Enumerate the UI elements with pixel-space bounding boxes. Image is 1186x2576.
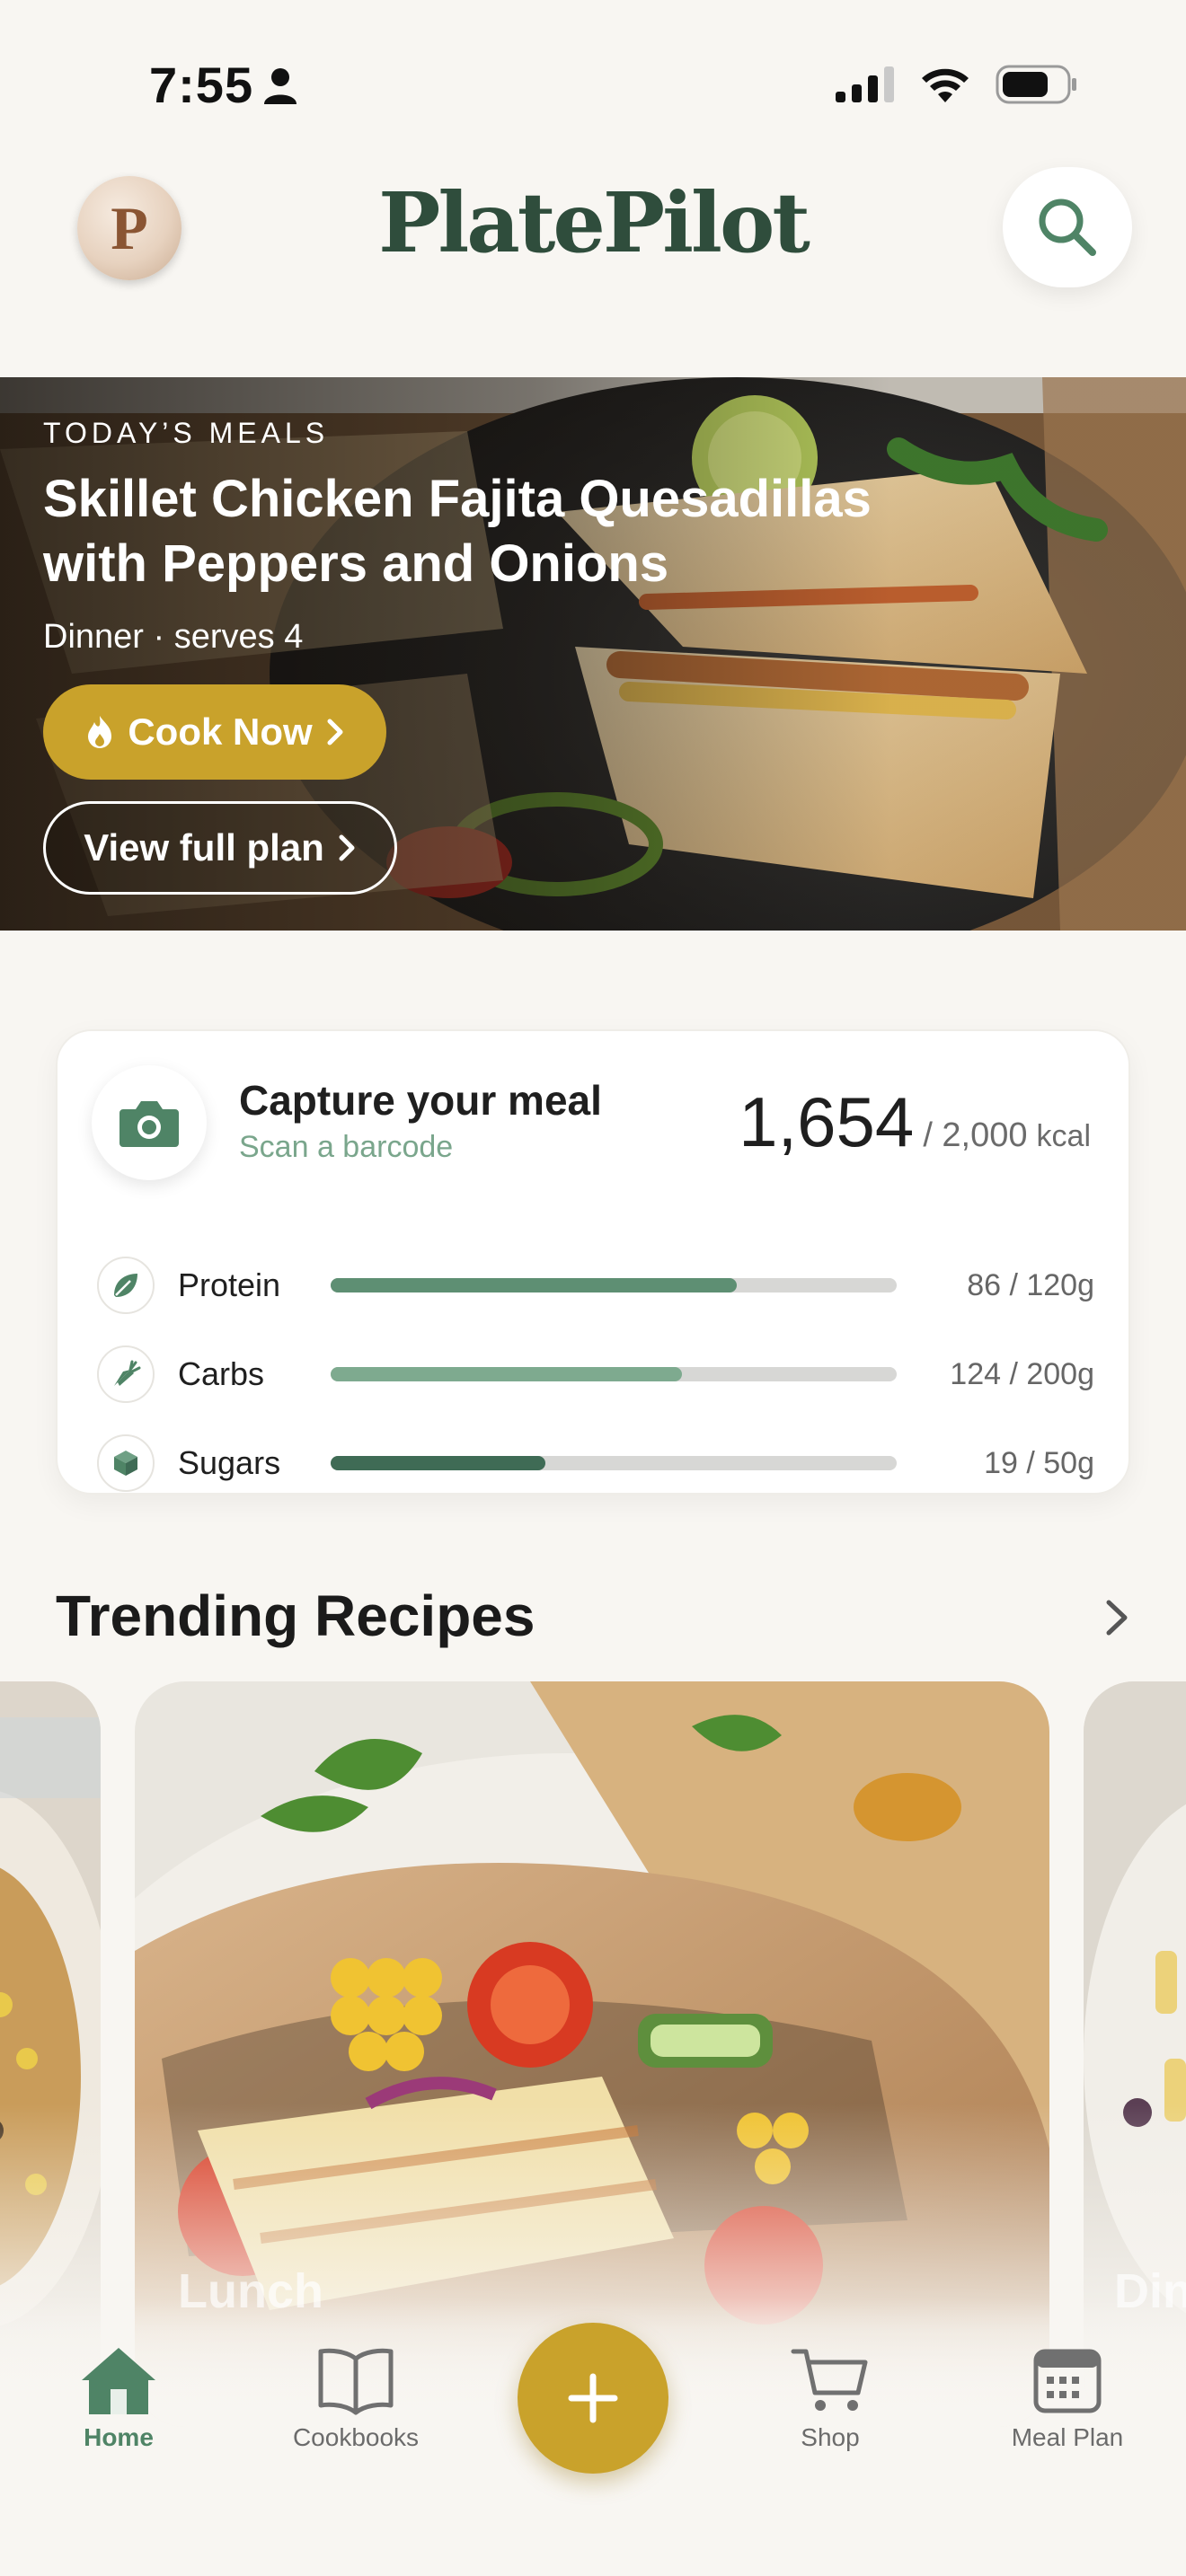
cook-now-button[interactable]: Cook Now bbox=[43, 684, 386, 780]
macro-row-carbs: Carbs 124 / 200g bbox=[97, 1343, 1094, 1406]
nav-shop[interactable]: Shop bbox=[740, 2344, 920, 2452]
nutrition-card: Capture your meal Scan a barcode 1,654 /… bbox=[56, 1029, 1130, 1495]
status-indicators bbox=[836, 65, 1078, 104]
scan-barcode-link[interactable]: Scan a barcode bbox=[239, 1130, 453, 1165]
calendar-icon bbox=[1033, 2349, 1102, 2413]
macro-value: 124 / 200g bbox=[950, 1356, 1094, 1391]
chevron-right-icon bbox=[339, 834, 355, 861]
calorie-summary: 1,654 / 2,000 kcal bbox=[739, 1081, 1091, 1163]
app-screen: 7:55 P PlatePilot TODAY’S MEALS Skillet … bbox=[0, 0, 1186, 2576]
view-full-plan-label: View full plan bbox=[84, 826, 324, 869]
macro-progress-track bbox=[331, 1278, 897, 1292]
camera-icon bbox=[119, 1101, 179, 1147]
macro-row-sugars: Sugars 19 / 50g bbox=[97, 1432, 1094, 1495]
signal-icon bbox=[836, 66, 894, 102]
nav-label: Meal Plan bbox=[1011, 2423, 1124, 2451]
macro-progress-fill bbox=[331, 1456, 546, 1470]
macro-progress-fill bbox=[331, 1367, 682, 1381]
app-header: P PlatePilot bbox=[0, 162, 1186, 296]
search-icon bbox=[1039, 198, 1096, 256]
macro-label: Carbs bbox=[178, 1355, 265, 1392]
nav-cookbooks[interactable]: Cookbooks bbox=[266, 2344, 446, 2452]
nav-label: Home bbox=[84, 2423, 154, 2451]
battery-icon bbox=[996, 65, 1076, 104]
trending-recipes-title: Trending Recipes bbox=[56, 1584, 535, 1648]
view-full-plan-button[interactable]: View full plan bbox=[43, 801, 397, 895]
nav-home[interactable]: Home bbox=[29, 2344, 208, 2452]
leaf-icon bbox=[97, 1257, 155, 1314]
capture-meal-title[interactable]: Capture your meal bbox=[239, 1076, 602, 1125]
hero-eyebrow: TODAY’S MEALS bbox=[43, 417, 330, 449]
macro-progress-track bbox=[331, 1456, 897, 1470]
macro-progress-fill bbox=[331, 1278, 737, 1292]
hero-meta: Dinner · serves 4 bbox=[43, 618, 304, 656]
cook-now-label: Cook Now bbox=[128, 710, 313, 753]
cube-icon bbox=[97, 1434, 155, 1492]
calories-consumed: 1,654 bbox=[739, 1082, 915, 1161]
search-button[interactable] bbox=[1003, 167, 1132, 287]
carrot-icon bbox=[97, 1345, 155, 1403]
plus-icon bbox=[568, 2373, 618, 2423]
macro-value: 19 / 50g bbox=[984, 1445, 1094, 1480]
status-time: 7:55 bbox=[149, 57, 254, 113]
nav-label: Cookbooks bbox=[292, 2423, 420, 2451]
calories-goal: / 2,000 bbox=[923, 1116, 1028, 1154]
chevron-right-icon bbox=[327, 719, 343, 745]
add-button[interactable] bbox=[518, 2323, 668, 2474]
macro-label: Protein bbox=[178, 1266, 281, 1303]
wifi-icon bbox=[922, 68, 969, 102]
book-icon bbox=[318, 2348, 394, 2415]
capture-meal-button[interactable] bbox=[92, 1065, 207, 1180]
todays-meal-hero[interactable]: TODAY’S MEALS Skillet Chicken Fajita Que… bbox=[0, 377, 1186, 931]
macro-label: Sugars bbox=[178, 1444, 281, 1481]
cart-icon bbox=[791, 2349, 868, 2411]
hero-title: Skillet Chicken Fajita Quesadillas with … bbox=[43, 470, 872, 593]
status-bar: 7:55 bbox=[0, 0, 1186, 135]
macro-progress-track bbox=[331, 1367, 897, 1381]
nav-meal-plan[interactable]: Meal Plan bbox=[978, 2344, 1157, 2452]
bottom-navigation: Home Cookbooks Shop Meal Plan bbox=[0, 2299, 1186, 2576]
flame-icon bbox=[88, 716, 112, 748]
home-icon bbox=[82, 2348, 155, 2414]
nav-label: Shop bbox=[801, 2423, 860, 2451]
chevron-right-icon[interactable] bbox=[1102, 1595, 1132, 1640]
person-icon bbox=[264, 68, 296, 104]
macro-row-protein: Protein 86 / 120g bbox=[97, 1254, 1094, 1317]
calories-unit: kcal bbox=[1036, 1119, 1091, 1153]
macro-value: 86 / 120g bbox=[967, 1267, 1094, 1302]
